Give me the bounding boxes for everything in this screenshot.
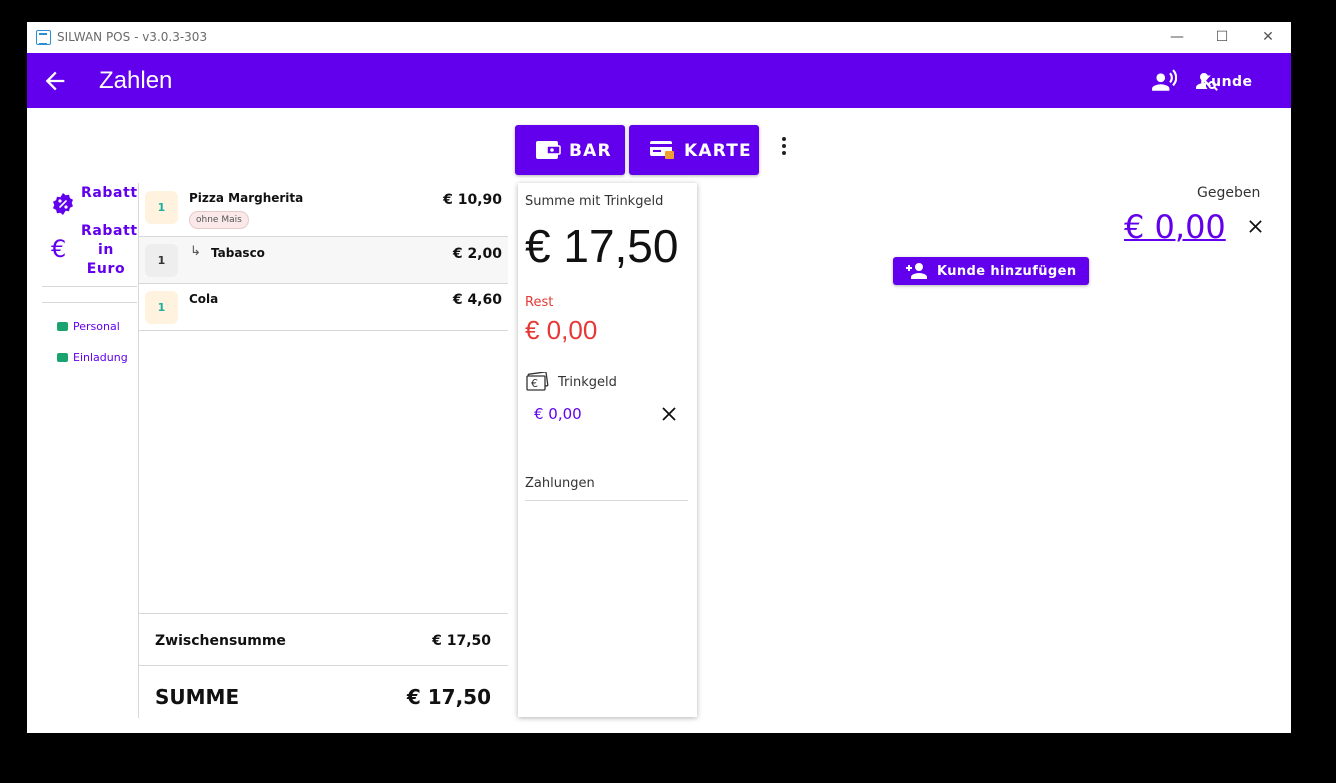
divider [139,613,508,614]
voucher-icon [57,353,68,362]
divider [42,302,137,303]
payment-summary-card: Summe mit Trinkgeld € 17,50 Rest € 0,00 … [518,183,697,717]
item-quantity: 1 [145,244,178,277]
rest-label: Rest [525,295,554,310]
modifier-chip: ohne Mais [189,211,249,229]
voucher-label: Personal [73,320,120,333]
back-arrow-icon[interactable] [41,67,69,95]
total-label: SUMME [155,685,240,709]
subtotal-label: Zwischensumme [155,633,286,649]
maximize-icon[interactable]: ☐ [1207,26,1237,48]
title-bar: SILWAN POS - v3.0.3-303 — ☐ ✕ [27,22,1291,53]
item-quantity: 1 [145,291,178,324]
credit-card-icon [650,141,674,159]
divider [42,286,137,287]
item-name: Pizza Margherita [189,191,304,205]
pay-cash-button[interactable]: BAR [515,125,625,175]
voucher-label: Einladung [73,351,128,364]
person-add-icon [906,263,927,279]
addon-arrow-icon: ↳ [190,244,201,259]
app-window: SILWAN POS - v3.0.3-303 — ☐ ✕ Zahlen Kun… [27,22,1291,733]
svg-text:€: € [531,377,538,390]
sum-with-tip-label: Summe mit Trinkgeld [525,194,664,209]
voucher-personal[interactable]: Personal [57,320,120,333]
rest-value: € 0,00 [525,315,598,345]
add-customer-button[interactable]: Kunde hinzufügen [893,257,1089,285]
wallet-icon [536,141,561,159]
item-name: Tabasco [211,246,265,260]
tip-label: Trinkgeld [558,375,617,390]
order-item-row[interactable]: 1 Pizza Margherita € 10,90 ohne Mais [139,183,508,237]
given-label: Gegeben [1197,185,1261,201]
voice-customer-icon[interactable] [1151,68,1177,94]
item-price: € 10,90 [443,192,502,208]
order-addon-row[interactable]: 1 ↳ Tabasco € 2,00 [139,237,508,283]
sum-with-tip-value: € 17,50 [525,220,679,272]
item-price: € 4,60 [452,292,502,308]
divider [525,500,688,501]
close-window-icon[interactable]: ✕ [1253,26,1283,48]
voucher-icon [57,322,68,331]
discount-percent-button[interactable]: Rabatt [81,184,137,203]
item-name: Cola [189,292,219,306]
voucher-einladung[interactable]: Einladung [57,351,128,364]
discount-euro-button[interactable]: Rabatt in Euro [81,222,137,279]
customer-button-label[interactable]: Kunde [1200,74,1253,90]
tip-input[interactable]: € 0,00 [534,405,582,423]
clear-tip-icon[interactable] [661,406,677,422]
add-customer-label: Kunde hinzufügen [937,264,1077,279]
total-value: € 17,50 [406,685,491,709]
app-logo-icon [36,30,51,45]
given-amount-input[interactable]: € 0,00 [1124,208,1226,246]
page-title: Zahlen [99,67,173,94]
more-options-icon[interactable] [775,134,793,158]
clear-given-icon[interactable] [1248,219,1263,234]
tip-money-icon: € [526,372,549,391]
pay-card-label: KARTE [684,141,752,161]
pay-card-button[interactable]: KARTE [629,125,759,175]
pay-cash-label: BAR [569,141,612,161]
minimize-icon[interactable]: — [1162,26,1192,48]
percent-discount-icon[interactable] [51,192,75,216]
item-price: € 2,00 [452,246,502,262]
payments-label: Zahlungen [525,476,595,491]
order-item-row[interactable]: 1 Cola € 4,60 [139,284,508,330]
app-bar: Zahlen Kunde [27,53,1291,108]
euro-discount-icon[interactable]: € [51,235,66,263]
subtotal-value: € 17,50 [432,633,491,649]
item-quantity: 1 [145,191,178,224]
divider [139,330,508,331]
divider [139,665,508,666]
window-title: SILWAN POS - v3.0.3-303 [57,30,208,44]
